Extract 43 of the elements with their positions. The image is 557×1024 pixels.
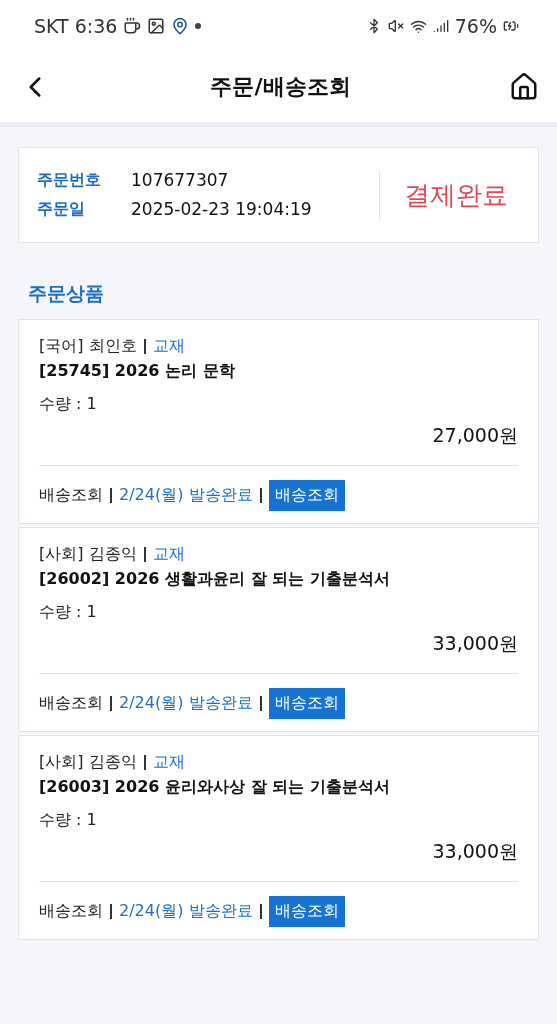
dot-icon [195, 23, 202, 29]
order-number: 107677307 [131, 170, 230, 191]
battery-level: 76% [454, 15, 497, 37]
price: 27,000원 [432, 423, 518, 448]
product-category: [국어] 최인호 [39, 336, 137, 357]
page-title: 주문/배송조회 [210, 73, 351, 101]
battery-icon [503, 18, 519, 34]
price: 33,000원 [432, 839, 518, 864]
clock: 6:36 [74, 15, 118, 37]
delivery-status: 2/24(월) 발송완료 [119, 485, 253, 506]
home-icon [509, 72, 539, 102]
delivery-status: 2/24(월) 발송완료 [119, 693, 253, 714]
order-date: 2025-02-23 19:04:19 [131, 199, 313, 220]
delivery-status: 2/24(월) 발송완료 [119, 901, 253, 922]
quantity: 수량 : 1 [39, 810, 98, 831]
product-type: 교재 [152, 336, 185, 357]
product-name: [25745] 2026 논리 문학 [39, 361, 236, 382]
track-delivery-button[interactable]: 배송조회 [268, 688, 345, 719]
quantity: 수량 : 1 [39, 602, 98, 623]
product-category: [사회] 김종익 [39, 752, 137, 773]
product-name: [26003] 2026 윤리와사상 잘 되는 기출분석서 [39, 777, 391, 798]
product-name: [26002] 2026 생활과윤리 잘 되는 기출분석서 [39, 569, 391, 590]
delivery-label: 배송조회 [39, 485, 103, 506]
track-delivery-button[interactable]: 배송조회 [268, 896, 345, 927]
product-category: [사회] 김종익 [39, 544, 137, 565]
map-pin-icon [171, 17, 190, 35]
home-button[interactable] [509, 72, 539, 102]
product-type: 교재 [152, 544, 185, 565]
section-title: 주문상품 [28, 281, 105, 306]
order-number-label: 주문번호 [37, 170, 102, 191]
carrier: SKT [34, 15, 69, 37]
cup-icon [123, 17, 142, 35]
payment-status: 결제완료 [404, 178, 509, 212]
product-type: 교재 [152, 752, 185, 773]
mute-icon [387, 18, 404, 34]
track-delivery-button[interactable]: 배송조회 [268, 480, 345, 511]
order-date-label: 주문일 [37, 199, 86, 220]
image-icon [147, 17, 166, 35]
delivery-label: 배송조회 [39, 901, 103, 922]
price: 33,000원 [432, 631, 518, 656]
quantity: 수량 : 1 [39, 394, 98, 415]
signal-icon [432, 18, 449, 34]
delivery-label: 배송조회 [39, 693, 103, 714]
